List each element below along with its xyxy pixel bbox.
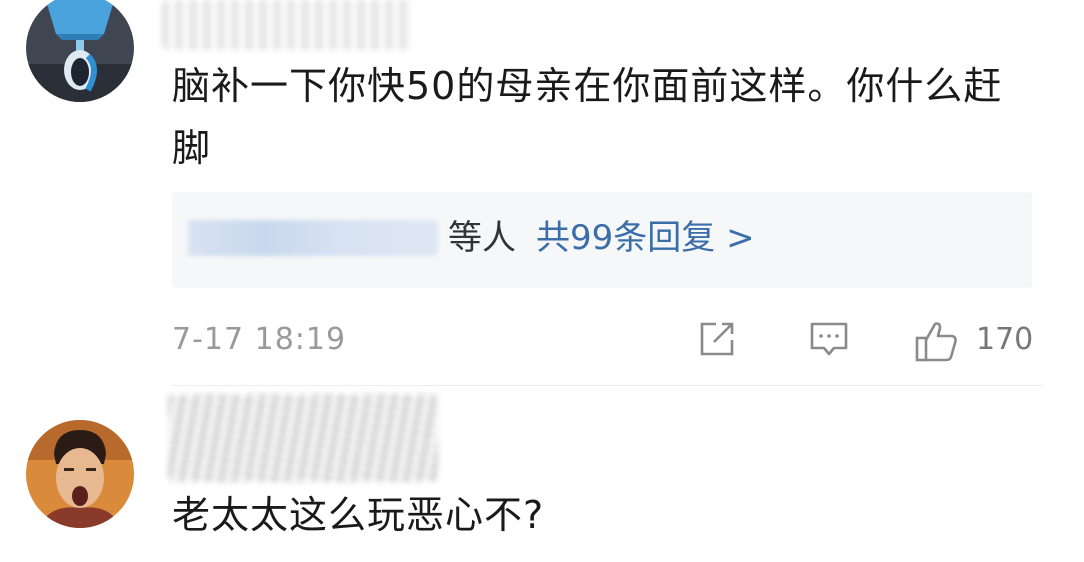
reply-summary: 等人 共99条回复 > <box>448 216 755 260</box>
comment-text: 老太太这么玩恶心不? <box>172 493 545 537</box>
user-avatar[interactable] <box>26 0 134 102</box>
share-icon <box>700 322 734 356</box>
comment-timestamp: 7-17 18:19 <box>172 322 347 357</box>
thumbs-up-icon <box>915 322 957 362</box>
avatar-image <box>26 420 134 528</box>
comment-meta: 7-17 18:19 170 <box>172 318 1034 364</box>
username-blurred <box>162 0 412 50</box>
reply-users-blurred <box>188 220 438 256</box>
like-button[interactable] <box>914 318 960 364</box>
comment-item: 脑补一下你快50的母亲在你面前这样。你什么赶脚 等人 共99条回复 > 7-17 … <box>0 0 1084 386</box>
avatar-image <box>26 0 134 102</box>
reply-users-suffix: 等人 <box>448 218 516 258</box>
like-count: 170 <box>976 322 1034 357</box>
view-replies-link[interactable]: 共99条回复 > <box>536 218 755 258</box>
comment-text: 脑补一下你快50的母亲在你面前这样。你什么赶脚 <box>172 64 1003 170</box>
share-button[interactable] <box>696 318 738 360</box>
user-avatar[interactable] <box>26 420 134 528</box>
comment-item: 老太太这么玩恶心不? <box>0 388 1084 562</box>
comment-divider <box>172 385 1042 386</box>
comment-icon <box>810 322 848 356</box>
replies-preview[interactable]: 等人 共99条回复 > <box>172 192 1032 288</box>
username-blurred <box>168 394 438 482</box>
reply-button[interactable] <box>808 318 850 360</box>
